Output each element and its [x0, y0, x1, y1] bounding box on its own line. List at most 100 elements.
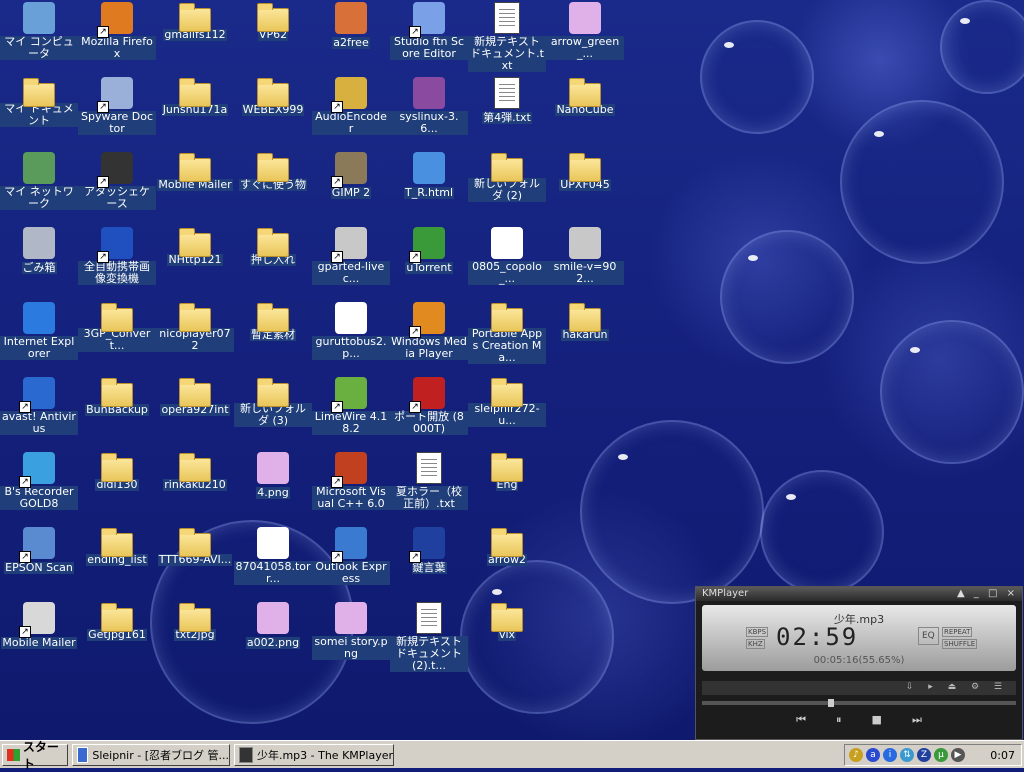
- volume-icon[interactable]: ♪: [849, 748, 863, 762]
- desktop-icon[interactable]: Studio ftn Score Editor: [390, 2, 468, 60]
- desktop-icon[interactable]: arrow_green_...: [546, 2, 624, 60]
- desktop-icon[interactable]: guruttobus2.p...: [312, 302, 390, 360]
- pause-icon[interactable]: ⏸: [836, 713, 842, 731]
- seek-bar[interactable]: [702, 699, 1016, 707]
- desktop-icon[interactable]: UPXF045: [546, 152, 624, 191]
- desktop-icon[interactable]: ポート開放 (8000T): [390, 377, 468, 435]
- bubble-decoration: [760, 470, 884, 594]
- desktop-icon[interactable]: opera927int: [156, 377, 234, 416]
- desktop-icon[interactable]: LimeWire 4.18.2: [312, 377, 390, 435]
- desktop-icon[interactable]: ending_list: [78, 527, 156, 566]
- desktop-icon[interactable]: 新規テキスト ドキュメント (2).t...: [390, 602, 468, 672]
- desktop-icon[interactable]: 新しいフォルダ (3): [234, 377, 312, 427]
- desktop-icon[interactable]: 全自動携帯画像変換機: [78, 227, 156, 285]
- desktop-icon[interactable]: gmailfs112: [156, 2, 234, 41]
- desktop-icon[interactable]: 新規テキスト ドキュメント.txt: [468, 2, 546, 72]
- kmplayer-window[interactable]: KMPlayer ▲ _ □ × 少年.mp3 KBPS KHZ 02:59 E…: [695, 586, 1023, 740]
- desktop-icon[interactable]: arrow2: [468, 527, 546, 566]
- desktop-icon[interactable]: dldl130: [78, 452, 156, 491]
- desktop-icon[interactable]: T_R.html: [390, 152, 468, 199]
- desktop-icon[interactable]: hakarun: [546, 302, 624, 341]
- shuffle-button[interactable]: SHUFFLE: [942, 639, 978, 649]
- desktop-icon[interactable]: Outlook Express: [312, 527, 390, 585]
- desktop-icon[interactable]: マイ ネットワーク: [0, 152, 78, 210]
- desktop-icon[interactable]: vix: [468, 602, 546, 641]
- desktop-icon[interactable]: Microsoft Visual C++ 6.0: [312, 452, 390, 510]
- desktop-icon[interactable]: gparted-livec...: [312, 227, 390, 285]
- eq-button[interactable]: EQ: [918, 627, 939, 645]
- desktop-icon[interactable]: GetJpg161: [78, 602, 156, 641]
- desktop-icon[interactable]: uTorrent: [390, 227, 468, 274]
- outlook-express-icon: [331, 527, 367, 563]
- desktop-icon[interactable]: GIMP 2: [312, 152, 390, 199]
- desktop-icon[interactable]: 第4弾.txt: [468, 77, 546, 124]
- utorrent-tray-icon[interactable]: µ: [934, 748, 948, 762]
- my-documents-icon: [23, 78, 55, 107]
- desktop-icon[interactable]: すぐに使う物: [234, 152, 312, 191]
- desktop-icon[interactable]: NanoCube: [546, 77, 624, 116]
- desktop-icon[interactable]: NHttp121: [156, 227, 234, 266]
- desktop-icon[interactable]: 3GP_Convert...: [78, 302, 156, 352]
- desktop-icon[interactable]: 新しいフォルダ (2): [468, 152, 546, 202]
- desktop-icon[interactable]: AudioEncoder: [312, 77, 390, 135]
- desktop-icon[interactable]: Mozilla Firefox: [78, 2, 156, 60]
- desktop-icon[interactable]: Mobile Mailer: [0, 602, 78, 649]
- z-tray-icon[interactable]: Z: [917, 748, 931, 762]
- toolbar-icons[interactable]: ⇩ ▸ ⏏ ⚙ ☰: [906, 682, 1008, 692]
- stop-icon[interactable]: ■: [872, 713, 882, 731]
- media-tray-icon[interactable]: ▶: [951, 748, 965, 762]
- desktop-icon[interactable]: 押し入れ: [234, 227, 312, 266]
- desktop-icon[interactable]: sleipnir272-u...: [468, 377, 546, 427]
- task-button-kmplayer[interactable]: 少年.mp3 - The KMPlayer: [234, 744, 394, 766]
- desktop-icon[interactable]: Eng: [468, 452, 546, 491]
- desktop-icon[interactable]: 鍵言葉: [390, 527, 468, 574]
- info-tray-icon[interactable]: i: [883, 748, 897, 762]
- desktop-icon[interactable]: nicoplayer072: [156, 302, 234, 352]
- desktop-icon[interactable]: BunBackup: [78, 377, 156, 416]
- desktop-icon[interactable]: avast! Antivirus: [0, 377, 78, 435]
- next-icon[interactable]: ⏭: [912, 713, 922, 731]
- avast-tray-icon[interactable]: a: [866, 748, 880, 762]
- repeat-button[interactable]: REPEAT: [942, 627, 973, 637]
- desktop-icon[interactable]: マイ コンピュータ: [0, 2, 78, 60]
- desktop-icon[interactable]: somei story.png: [312, 602, 390, 660]
- desktop-icon[interactable]: マイ ドキュメント: [0, 77, 78, 127]
- folder-icon: [101, 378, 133, 407]
- start-button[interactable]: スタート: [2, 740, 68, 771]
- window-controls[interactable]: ▲ _ □ ×: [957, 587, 1018, 601]
- desktop-icon[interactable]: smile-v=902...: [546, 227, 624, 285]
- desktop-icon[interactable]: WEBEX999: [234, 77, 312, 116]
- kmplayer-titlebar[interactable]: KMPlayer ▲ _ □ ×: [696, 587, 1022, 601]
- desktop-icon[interactable]: Junshu171a: [156, 77, 234, 116]
- desktop-icon[interactable]: 暫定素材: [234, 302, 312, 341]
- desktop-icon[interactable]: Internet Explorer: [0, 302, 78, 360]
- playback-time: 02:59: [776, 623, 859, 651]
- desktop-icon[interactable]: アタッシェケース: [78, 152, 156, 210]
- desktop-icon[interactable]: EPSON Scan: [0, 527, 78, 574]
- desktop-icon[interactable]: Windows Media Player: [390, 302, 468, 360]
- desktop-icon[interactable]: syslinux-3.6...: [390, 77, 468, 135]
- desktop-icon[interactable]: Portable Apps Creation Ma...: [468, 302, 546, 364]
- desktop-icon[interactable]: rinkaku210: [156, 452, 234, 491]
- desktop-icon[interactable]: 4.png: [234, 452, 312, 499]
- desktop-icon[interactable]: 87041058.torr...: [234, 527, 312, 585]
- desktop: マイ コンピュータMozilla Firefoxgmailfs112VP62 a2…: [0, 0, 1024, 740]
- desktop-icon[interactable]: Spyware Doctor: [78, 77, 156, 135]
- network-tray-icon[interactable]: ⇅: [900, 748, 914, 762]
- desktop-icon-label: T_R.html: [403, 186, 455, 199]
- desktop-icon[interactable]: B's Recorder GOLD8: [0, 452, 78, 510]
- seek-knob[interactable]: [828, 699, 835, 707]
- desktop-icon[interactable]: ごみ箱: [0, 227, 78, 274]
- desktop-icon[interactable]: VP62: [234, 2, 312, 41]
- text-file-icon: [494, 77, 520, 109]
- desktop-icon[interactable]: Mobile Mailer: [156, 152, 234, 191]
- desktop-icon[interactable]: TTT669-AVI...: [156, 527, 234, 566]
- desktop-icon[interactable]: 0805_copolo_...: [468, 227, 546, 285]
- desktop-icon-label: アタッシェケース: [78, 186, 156, 210]
- desktop-icon[interactable]: txt2jpg: [156, 602, 234, 641]
- previous-icon[interactable]: ⏮: [796, 713, 806, 731]
- desktop-icon[interactable]: a002.png: [234, 602, 312, 649]
- desktop-icon[interactable]: 夏ホラー（校正前）.txt: [390, 452, 468, 510]
- task-button-sleipnir[interactable]: Sleipnir - [忍者ブログ 管...: [72, 744, 230, 766]
- desktop-icon[interactable]: a2free: [312, 2, 390, 49]
